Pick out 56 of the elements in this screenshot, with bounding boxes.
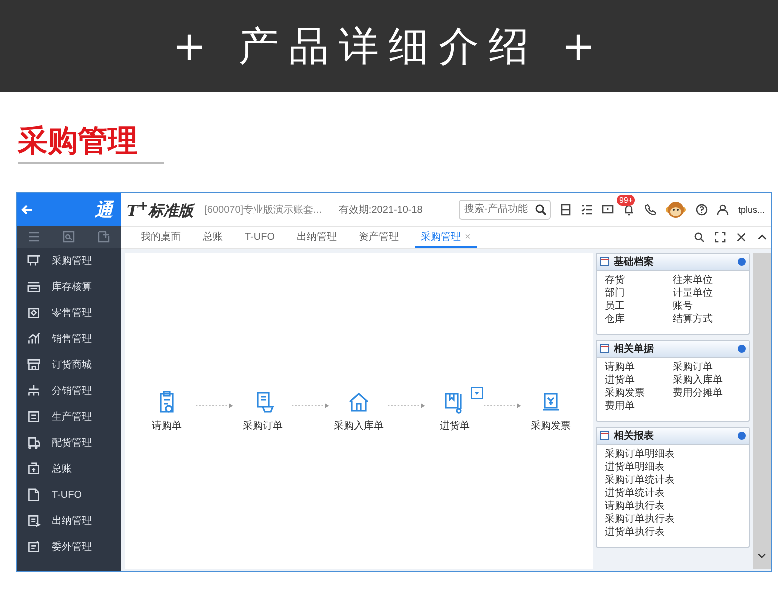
sidebar-item[interactable]: 总账	[17, 456, 121, 482]
search-field[interactable]: 搜索-产品功能	[459, 200, 552, 220]
sidebar-item[interactable]: 销售管理	[17, 326, 121, 352]
sidebar-item[interactable]: T-UFO	[17, 482, 121, 508]
tab[interactable]: 总账	[197, 227, 229, 248]
panel-link[interactable]: 请购单执行表	[605, 500, 741, 513]
step-label[interactable]: 进货单	[440, 418, 470, 432]
step-label[interactable]: 采购入库单	[334, 418, 384, 432]
sidebar-item[interactable]: 配货管理	[17, 430, 121, 456]
panel-link[interactable]: 采购订单	[673, 361, 741, 374]
sidebar-item[interactable]: 零售管理	[17, 300, 121, 326]
panel-link[interactable]: 仓库	[605, 313, 673, 326]
panel-link[interactable]: 采购入库单	[673, 374, 741, 387]
panel-link[interactable]: 部门	[605, 287, 673, 300]
panel-link[interactable]: 员工	[605, 300, 673, 313]
panel-link[interactable]: 存货	[605, 274, 673, 287]
panel-link[interactable]: 计量单位	[673, 287, 741, 300]
sidebar-item[interactable]: 采购管理	[17, 248, 121, 274]
panel-link[interactable]: 账号	[673, 300, 741, 313]
sidebar-item[interactable]: 订货商城	[17, 352, 121, 378]
sidebar-item[interactable]: 委外管理	[17, 534, 121, 560]
panel-link[interactable]: 请购单	[605, 361, 673, 374]
panel-link[interactable]: 采购订单明细表	[605, 448, 741, 461]
panel-link[interactable]: 费用单	[605, 400, 673, 413]
panel-link[interactable]: 进货单执行表	[605, 526, 741, 539]
notification-badge: 99+	[617, 194, 636, 206]
sidebar-item[interactable]: 出纳管理	[17, 508, 121, 534]
panel-link[interactable]: 进货单统计表	[605, 487, 741, 500]
step-label[interactable]: 采购发票	[531, 418, 571, 432]
account-name: [600070]专业版演示账套...	[204, 204, 322, 216]
panel-title: 相关报表	[614, 430, 654, 443]
sidebar-item[interactable]: 生产管理	[17, 404, 121, 430]
step-label[interactable]: 请购单	[152, 418, 182, 432]
panel-link[interactable]: 采购订单执行表	[605, 513, 741, 526]
step-label[interactable]: 采购订单	[243, 418, 283, 432]
panel-link[interactable]: 进货单	[605, 374, 673, 387]
panel-link[interactable]: 费用分摊单	[673, 387, 741, 400]
validity-date: 有效期:2021-10-18	[338, 204, 423, 216]
panel-link[interactable]: 采购发票	[605, 387, 673, 400]
panel-link[interactable]: 采购订单统计表	[605, 474, 741, 487]
sidebar-item[interactable]: 库存核算	[17, 274, 121, 300]
panel-link[interactable]: 进货单明细表	[605, 461, 741, 474]
sidebar-item[interactable]: 分销管理	[17, 378, 121, 404]
brand-logo: 通	[95, 198, 113, 222]
banner-title: + 产品详细介绍 +	[172, 22, 606, 72]
tab[interactable]: 资产管理	[353, 227, 405, 248]
panel-link[interactable]: 往来单位	[673, 274, 741, 287]
tab[interactable]: 出纳管理	[291, 227, 343, 248]
product-logo: T$^{+}$标准版	[127, 198, 194, 221]
section-title: 采购管理	[18, 120, 164, 164]
panel-title: 基础档案	[614, 255, 654, 269]
tab[interactable]: T-UFO	[239, 227, 281, 248]
user-name[interactable]: tplus...	[738, 204, 765, 214]
tab[interactable]: 我的桌面	[135, 227, 187, 248]
panel-title: 相关单据	[614, 342, 654, 356]
panel-link[interactable]: 结算方式	[673, 313, 741, 326]
